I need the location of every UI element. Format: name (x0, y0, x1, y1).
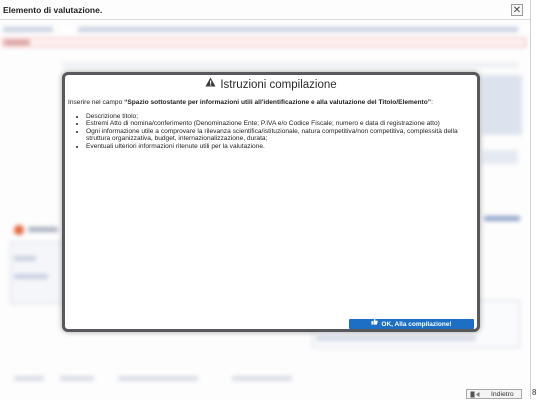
warning-icon (205, 74, 216, 94)
instructions-popup: Istruzioni compilazione Inserire nel cam… (62, 72, 480, 332)
ok-button-label: OK, Alla compilazione! (381, 321, 452, 329)
back-icon (470, 391, 484, 401)
evaluation-element-dialog: Elemento di valutazione. ✕ Istruzioni co… (0, 0, 531, 399)
back-button[interactable]: Indietro (466, 389, 522, 399)
page-edge-text: 8 (532, 388, 537, 397)
intro-suffix: : (431, 99, 433, 106)
popup-header: Istruzioni compilazione (65, 75, 477, 95)
thumbs-up-icon (371, 318, 379, 329)
popup-title: Istruzioni compilazione (220, 79, 337, 92)
screen: Elemento di valutazione. ✕ Istruzioni co… (0, 0, 537, 401)
list-item: Eventuali ulteriori informazioni ritenut… (86, 143, 474, 151)
dialog-title: Elemento di valutazione. (3, 5, 103, 15)
list-item: Ogni informazione utile a comprovare la … (86, 128, 474, 143)
popup-body: Inserire nel campo “Spazio sottostante p… (68, 99, 474, 151)
list-item: Descrizione titolo; (86, 113, 474, 121)
close-button[interactable]: ✕ (511, 4, 523, 16)
ok-button[interactable]: OK, Alla compilazione! (349, 318, 474, 329)
intro-field-name: “Spazio sottostante per informazioni uti… (124, 99, 432, 106)
back-button-label: Indietro (491, 391, 514, 398)
list-item: Estremi Atto di nomina/conferimento (Den… (86, 120, 474, 128)
intro-prefix: Inserire nel campo (68, 99, 125, 106)
intro-text: Inserire nel campo “Spazio sottostante p… (68, 99, 474, 107)
close-icon: ✕ (512, 5, 522, 16)
instructions-list: Descrizione titolo; Estremi Atto di nomi… (68, 113, 474, 151)
